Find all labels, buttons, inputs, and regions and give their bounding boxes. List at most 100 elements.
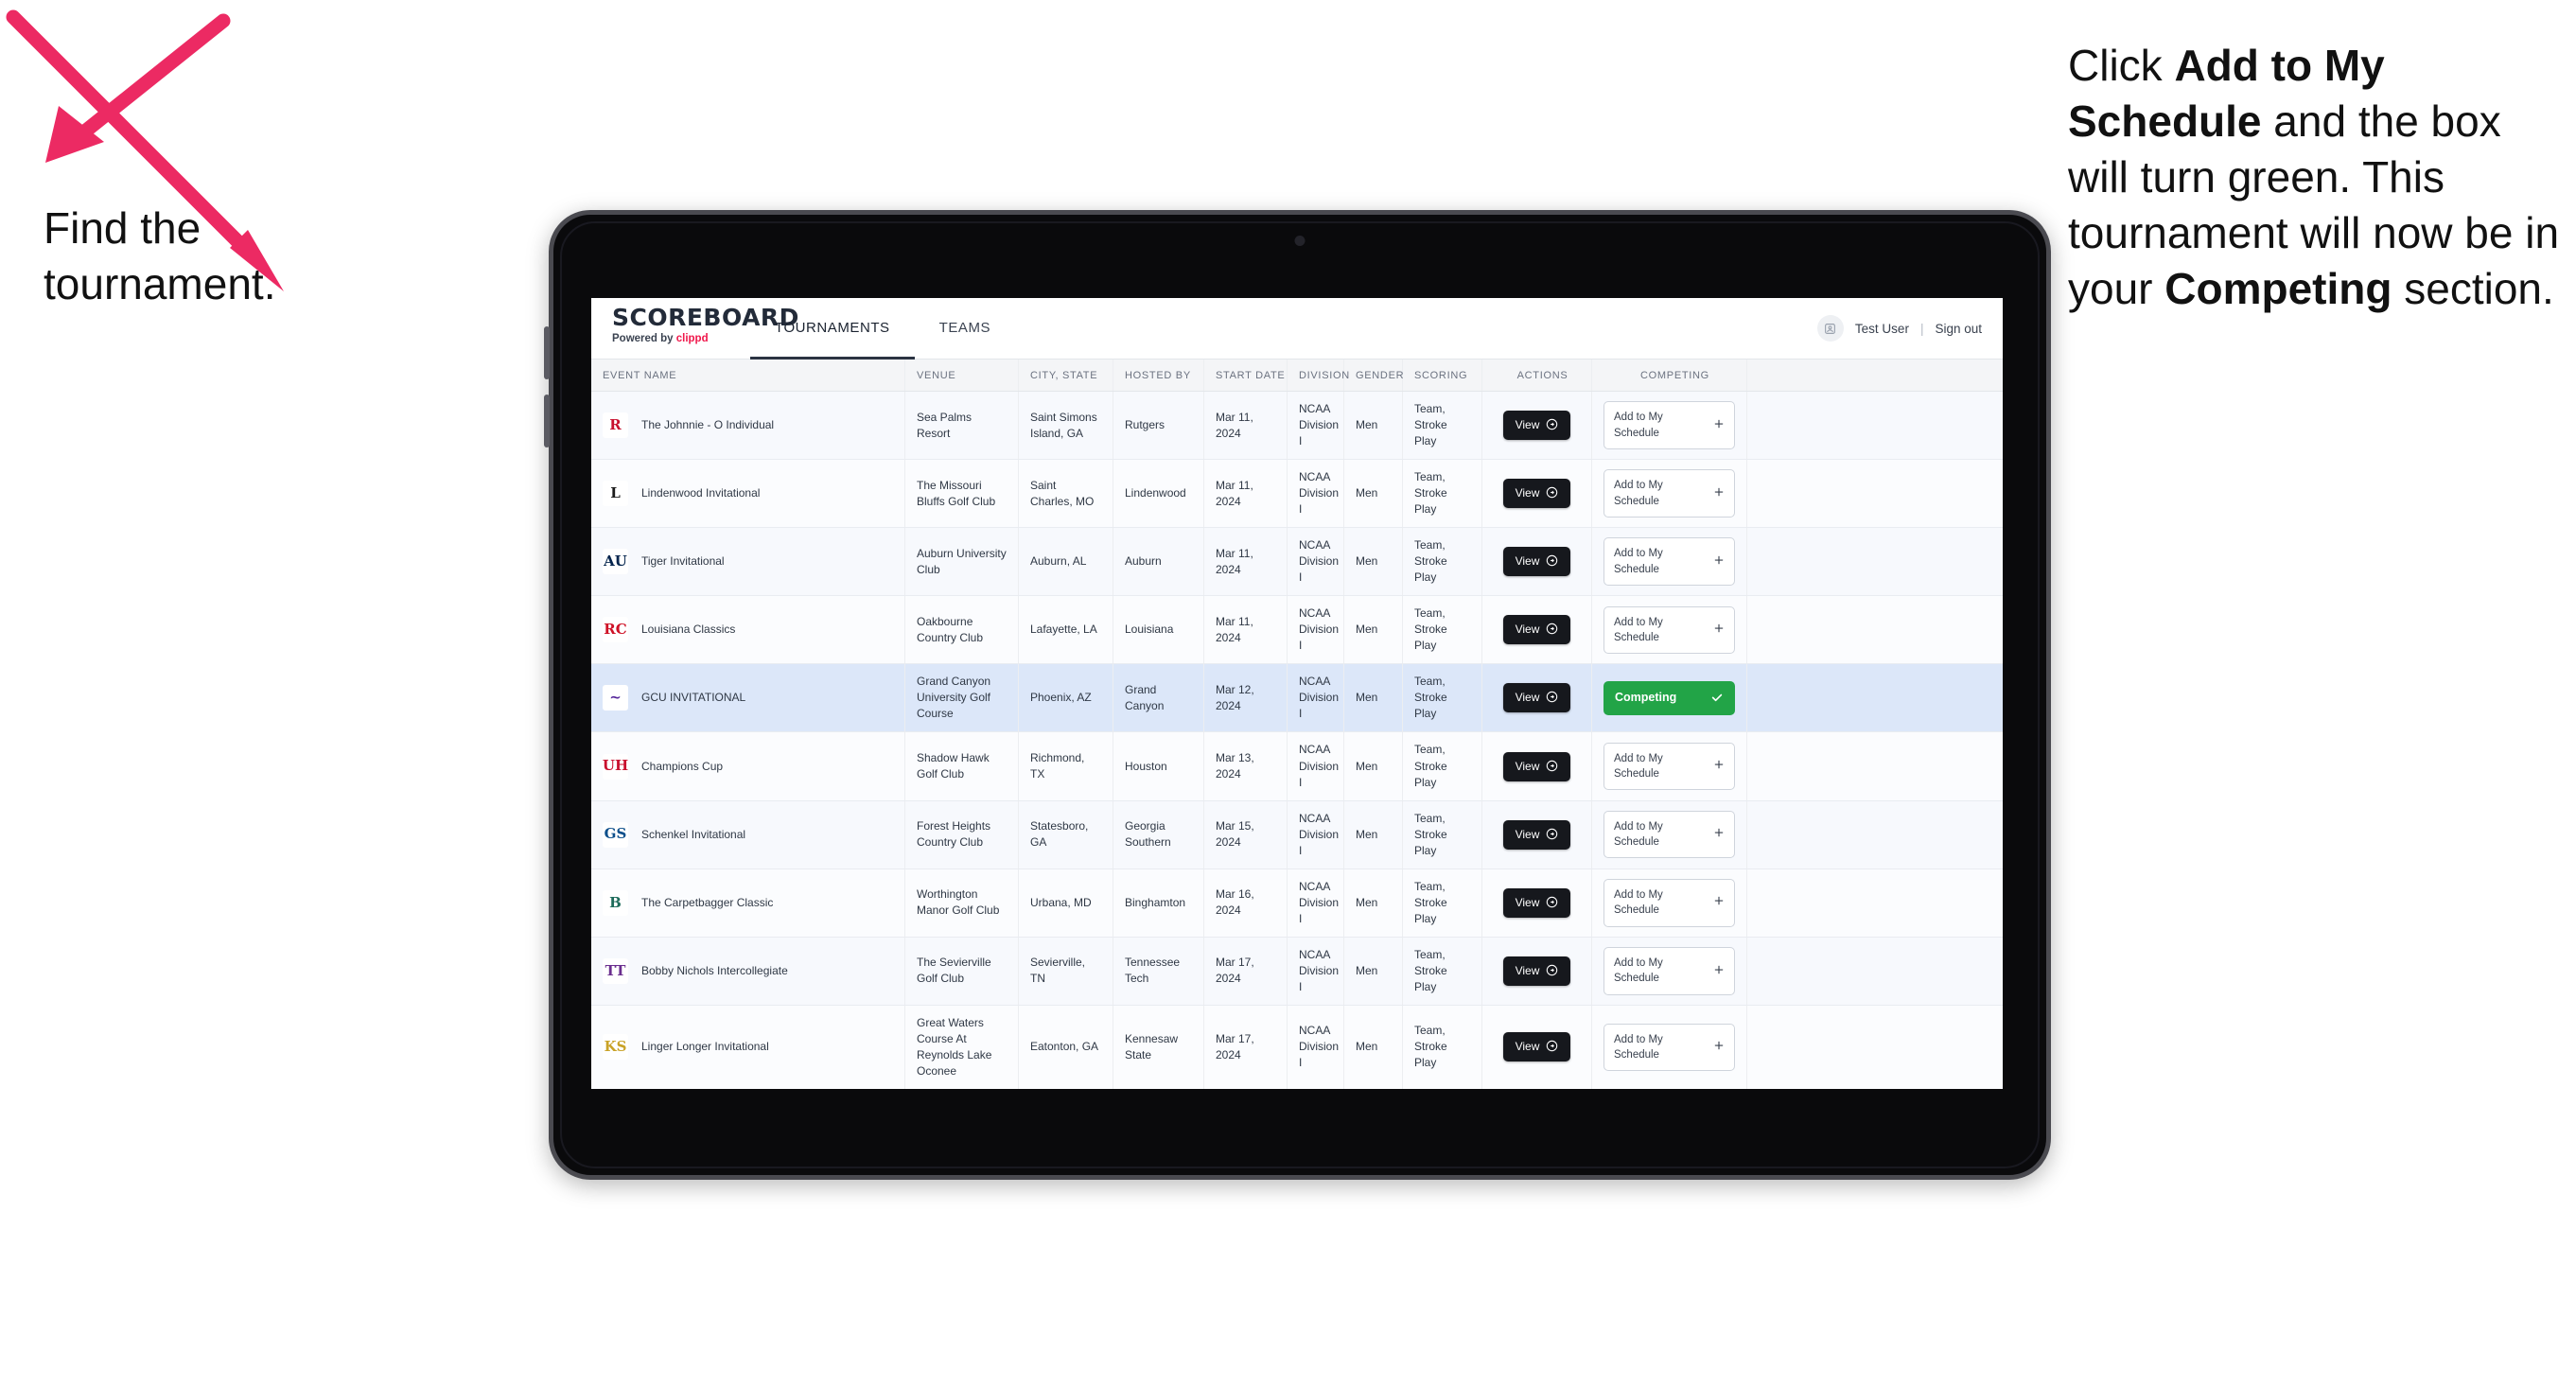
add-to-my-schedule-label: Add to My Schedule	[1614, 956, 1663, 985]
annotation-emphasis: Competing	[2164, 263, 2392, 313]
cell-division: NCAA Division I	[1288, 392, 1344, 460]
plus-icon	[1713, 554, 1725, 570]
cell-actions: View	[1482, 596, 1592, 664]
team-logo-icon: B	[603, 889, 628, 916]
cell-city: Phoenix, AZ	[1019, 664, 1113, 732]
cell-gender: Men	[1344, 664, 1403, 732]
volume-down-button[interactable]	[544, 395, 550, 447]
volume-up-button[interactable]	[544, 326, 550, 379]
cell-host: Grand Canyon	[1113, 664, 1204, 732]
table-row[interactable]: L Lindenwood Invitational The Missouri Blu…	[591, 460, 2003, 529]
table-row[interactable]: ~ GCU INVITATIONAL Grand Canyon University…	[591, 664, 2003, 733]
plus-icon	[1713, 1040, 1725, 1055]
cell-event-name: R The Johnnie - O Individual	[591, 392, 905, 460]
view-button[interactable]: View	[1502, 751, 1571, 781]
cell-actions: View	[1482, 868, 1592, 937]
cell-host: Rutgers	[1113, 392, 1204, 460]
view-button[interactable]: View	[1502, 683, 1571, 713]
brand-title: SCOREBOARD	[612, 304, 799, 331]
cell-venue: Auburn University Club	[905, 528, 1019, 596]
cell-actions: View	[1482, 460, 1592, 528]
add-to-my-schedule-button[interactable]: Add to My Schedule	[1603, 537, 1735, 587]
arrow-right-circle-icon	[1546, 623, 1558, 637]
cell-event-name: TT Bobby Nichols Intercollegiate	[591, 937, 905, 1005]
cell-actions: View	[1482, 1005, 1592, 1089]
cell-date: Mar 12, 2024	[1204, 664, 1288, 732]
table-row[interactable]: AU Tiger Invitational Auburn University Cl…	[591, 528, 2003, 597]
view-button-label: View	[1515, 1040, 1540, 1054]
column-header-gender[interactable]: GENDER	[1344, 360, 1404, 391]
cell-competing: Add to My Schedule	[1592, 528, 1747, 596]
table-row[interactable]: RC Louisiana Classics Oakbourne Country Cl…	[591, 596, 2003, 665]
column-header-competing[interactable]: COMPETING	[1592, 360, 1747, 391]
tablet-screen: SCOREBOARD Powered by clippd TOURNAMENTS…	[591, 298, 2003, 1089]
cell-city: Eatonton, GA	[1019, 1005, 1113, 1089]
cell-venue: Grand Canyon University Golf Course	[905, 664, 1019, 732]
sign-out-link[interactable]: Sign out	[1935, 322, 1982, 336]
user-avatar-icon[interactable]	[1816, 315, 1844, 342]
column-header-start-date[interactable]: START DATE	[1204, 360, 1288, 391]
table-row[interactable]: R The Johnnie - O Individual Sea Palms Res…	[591, 392, 2003, 461]
view-button-label: View	[1515, 418, 1540, 432]
table-row[interactable]: B The Carpetbagger Classic Worthington Man…	[591, 868, 2003, 938]
view-button-label: View	[1515, 554, 1540, 569]
table-row[interactable]: KS Linger Longer Invitational Great Waters…	[591, 1005, 2003, 1089]
table-row[interactable]: TT Bobby Nichols Intercollegiate The Sevie…	[591, 937, 2003, 1006]
cell-city: Urbana, MD	[1019, 868, 1113, 937]
cell-host: Houston	[1113, 732, 1204, 800]
cell-competing: Add to My Schedule	[1592, 460, 1747, 528]
tab-teams[interactable]: TEAMS	[915, 298, 1015, 360]
user-name[interactable]: Test User	[1855, 322, 1909, 336]
column-header-actions[interactable]: ACTIONS	[1482, 360, 1592, 391]
add-to-my-schedule-button[interactable]: Add to My Schedule	[1603, 742, 1735, 791]
add-to-my-schedule-button[interactable]: Add to My Schedule	[1603, 469, 1735, 518]
view-button[interactable]: View	[1502, 1032, 1571, 1062]
column-header-city-state[interactable]: CITY, STATE	[1019, 360, 1113, 391]
column-header-event-name[interactable]: EVENT NAME	[591, 360, 905, 391]
column-header-venue[interactable]: VENUE	[905, 360, 1019, 391]
event-name-label: Lindenwood Invitational	[641, 486, 761, 500]
view-button[interactable]: View	[1502, 615, 1571, 645]
table-row[interactable]: GS Schenkel Invitational Forest Heights Co…	[591, 800, 2003, 869]
column-header-division[interactable]: DIVISION	[1288, 360, 1349, 391]
event-name-label: Tiger Invitational	[641, 554, 725, 569]
cell-date: Mar 16, 2024	[1204, 868, 1288, 937]
cell-date: Mar 11, 2024	[1204, 460, 1288, 528]
column-header-hosted-by[interactable]: HOSTED BY	[1113, 360, 1204, 391]
competing-badge[interactable]: Competing	[1603, 681, 1735, 715]
view-button[interactable]: View	[1502, 819, 1571, 850]
cell-actions: View	[1482, 800, 1592, 868]
cell-gender: Men	[1344, 392, 1403, 460]
add-to-my-schedule-button[interactable]: Add to My Schedule	[1603, 810, 1735, 859]
view-button-label: View	[1515, 895, 1540, 909]
view-button[interactable]: View	[1502, 411, 1571, 441]
cell-division: NCAA Division I	[1288, 868, 1344, 937]
column-header-scoring[interactable]: SCORING	[1403, 360, 1482, 391]
add-to-my-schedule-button[interactable]: Add to My Schedule	[1603, 605, 1735, 655]
cell-actions: View	[1482, 392, 1592, 460]
tab-tournaments[interactable]: TOURNAMENTS	[750, 298, 915, 360]
team-logo-icon: GS	[603, 821, 628, 848]
annotation-left: Find the tournament.	[44, 203, 276, 308]
add-to-my-schedule-button[interactable]: Add to My Schedule	[1603, 1023, 1735, 1072]
arrow-right-circle-icon	[1546, 418, 1558, 432]
brand-logo[interactable]: SCOREBOARD Powered by clippd	[591, 298, 799, 359]
view-button[interactable]: View	[1502, 479, 1571, 509]
view-button[interactable]: View	[1502, 956, 1571, 986]
view-button[interactable]: View	[1502, 547, 1571, 577]
competing-badge-label: Competing	[1615, 691, 1677, 705]
add-to-my-schedule-button[interactable]: Add to My Schedule	[1603, 946, 1735, 995]
view-button-label: View	[1515, 486, 1540, 500]
event-name-label: Linger Longer Invitational	[641, 1040, 769, 1054]
cell-scoring: Team, Stroke Play	[1403, 664, 1482, 732]
add-to-my-schedule-label: Add to My Schedule	[1614, 888, 1663, 917]
arrow-right-circle-icon	[1546, 691, 1558, 705]
add-to-my-schedule-button[interactable]: Add to My Schedule	[1603, 401, 1735, 449]
cell-event-name: RC Louisiana Classics	[591, 596, 905, 664]
header-user-area: Test User | Sign out	[1816, 298, 2003, 359]
table-row[interactable]: UH Champions Cup Shadow Hawk Golf Club Rich…	[591, 732, 2003, 801]
annotation-right: Click Add to My Schedule and the box wil…	[2068, 38, 2569, 316]
add-to-my-schedule-button[interactable]: Add to My Schedule	[1603, 878, 1735, 927]
cell-division: NCAA Division I	[1288, 664, 1344, 732]
view-button[interactable]: View	[1502, 887, 1571, 918]
